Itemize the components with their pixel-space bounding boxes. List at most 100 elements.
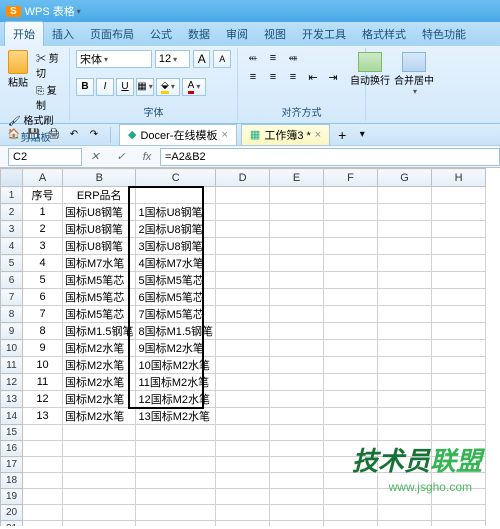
cell[interactable]: 6 (23, 289, 63, 306)
cell[interactable] (270, 408, 324, 425)
select-all-corner[interactable] (1, 169, 23, 187)
cell[interactable] (324, 521, 378, 527)
cell[interactable] (378, 374, 432, 391)
row-header[interactable]: 15 (1, 425, 23, 441)
cell[interactable] (270, 441, 324, 457)
cell[interactable]: 国标M2水笔 (63, 357, 136, 374)
cell[interactable] (270, 204, 324, 221)
cell[interactable] (378, 272, 432, 289)
cell[interactable] (432, 374, 486, 391)
cell[interactable]: 国标M7水笔 (63, 255, 136, 272)
cell[interactable] (23, 473, 63, 489)
cell[interactable]: 10国标M2水笔 (136, 357, 216, 374)
cell[interactable] (23, 505, 63, 521)
cell[interactable]: 3国标U8钢笔 (136, 238, 216, 255)
cell[interactable] (270, 255, 324, 272)
cell[interactable] (270, 489, 324, 505)
indent-inc-button[interactable]: ⇥ (324, 69, 342, 85)
row-header[interactable]: 11 (1, 357, 23, 374)
cell[interactable]: 国标M2水笔 (63, 340, 136, 357)
row-header[interactable]: 21 (1, 521, 23, 527)
cell[interactable] (216, 505, 270, 521)
italic-button[interactable]: I (96, 78, 114, 96)
cell[interactable] (324, 391, 378, 408)
cell[interactable] (136, 521, 216, 527)
cell[interactable] (432, 521, 486, 527)
cell[interactable] (378, 357, 432, 374)
close-tab-icon[interactable]: × (221, 129, 227, 141)
font-decrease-button[interactable]: A (213, 50, 231, 68)
cell[interactable] (63, 441, 136, 457)
cell[interactable]: ERP品名 (63, 187, 136, 204)
fill-color-button[interactable]: ⬙▾ (156, 78, 180, 96)
cell[interactable]: 7 (23, 306, 63, 323)
column-header[interactable]: C (136, 169, 216, 187)
indent-dec-button[interactable]: ⇤ (304, 69, 322, 85)
cell[interactable]: 序号 (23, 187, 63, 204)
workbook-tab[interactable]: ▦ 工作簿3 * × (241, 124, 330, 146)
cell[interactable] (63, 473, 136, 489)
column-header[interactable]: D (216, 169, 270, 187)
ribbon-tab-3[interactable]: 公式 (142, 22, 180, 46)
cell[interactable]: 4 (23, 255, 63, 272)
cell[interactable] (378, 204, 432, 221)
cell[interactable] (432, 357, 486, 374)
cell[interactable] (270, 457, 324, 473)
cell[interactable] (432, 408, 486, 425)
cell[interactable] (378, 238, 432, 255)
row-header[interactable]: 2 (1, 204, 23, 221)
cell[interactable] (270, 473, 324, 489)
cell[interactable] (378, 221, 432, 238)
cell[interactable] (23, 521, 63, 527)
cell[interactable] (136, 441, 216, 457)
row-header[interactable]: 12 (1, 374, 23, 391)
cell[interactable]: 国标U8钢笔 (63, 204, 136, 221)
cell[interactable] (216, 238, 270, 255)
cell[interactable] (23, 489, 63, 505)
cell[interactable] (216, 441, 270, 457)
column-header[interactable]: F (324, 169, 378, 187)
font-color-button[interactable]: A▾ (182, 78, 206, 96)
cell[interactable]: 4国标M7水笔 (136, 255, 216, 272)
column-header[interactable]: E (270, 169, 324, 187)
cell[interactable] (136, 473, 216, 489)
cell[interactable]: 国标M5笔芯 (63, 289, 136, 306)
cell[interactable] (432, 473, 486, 489)
cell[interactable]: 7国标M5笔芯 (136, 306, 216, 323)
cell[interactable] (216, 221, 270, 238)
cell[interactable] (216, 255, 270, 272)
cell[interactable]: 1国标U8钢笔 (136, 204, 216, 221)
cell[interactable] (324, 238, 378, 255)
bold-button[interactable]: B (76, 78, 94, 96)
cell[interactable]: 10 (23, 357, 63, 374)
cell[interactable] (63, 457, 136, 473)
cell[interactable] (324, 204, 378, 221)
cell[interactable] (378, 187, 432, 204)
cell[interactable]: 5国标M5笔芯 (136, 272, 216, 289)
ribbon-tab-1[interactable]: 插入 (44, 22, 82, 46)
cell[interactable] (324, 505, 378, 521)
cell[interactable]: 5 (23, 272, 63, 289)
cell[interactable] (378, 425, 432, 441)
cell[interactable] (216, 323, 270, 340)
name-box[interactable]: C2 (8, 148, 82, 166)
cell[interactable] (23, 457, 63, 473)
cell[interactable] (216, 289, 270, 306)
copy-button[interactable]: ⎘ 复制 (36, 82, 63, 112)
cell[interactable] (63, 505, 136, 521)
font-size-select[interactable]: 12▾ (155, 50, 190, 68)
format-painter-button[interactable]: 🖌 格式刷 (8, 112, 63, 127)
align-center-button[interactable]: ≡ (264, 69, 282, 85)
cell[interactable] (378, 391, 432, 408)
cell[interactable] (432, 391, 486, 408)
cell[interactable] (63, 425, 136, 441)
row-header[interactable]: 5 (1, 255, 23, 272)
cell[interactable] (432, 441, 486, 457)
row-header[interactable]: 18 (1, 473, 23, 489)
row-header[interactable]: 16 (1, 441, 23, 457)
cell[interactable] (270, 391, 324, 408)
cancel-icon[interactable]: ✕ (86, 148, 104, 166)
cell[interactable] (136, 425, 216, 441)
row-header[interactable]: 14 (1, 408, 23, 425)
cell[interactable] (270, 289, 324, 306)
